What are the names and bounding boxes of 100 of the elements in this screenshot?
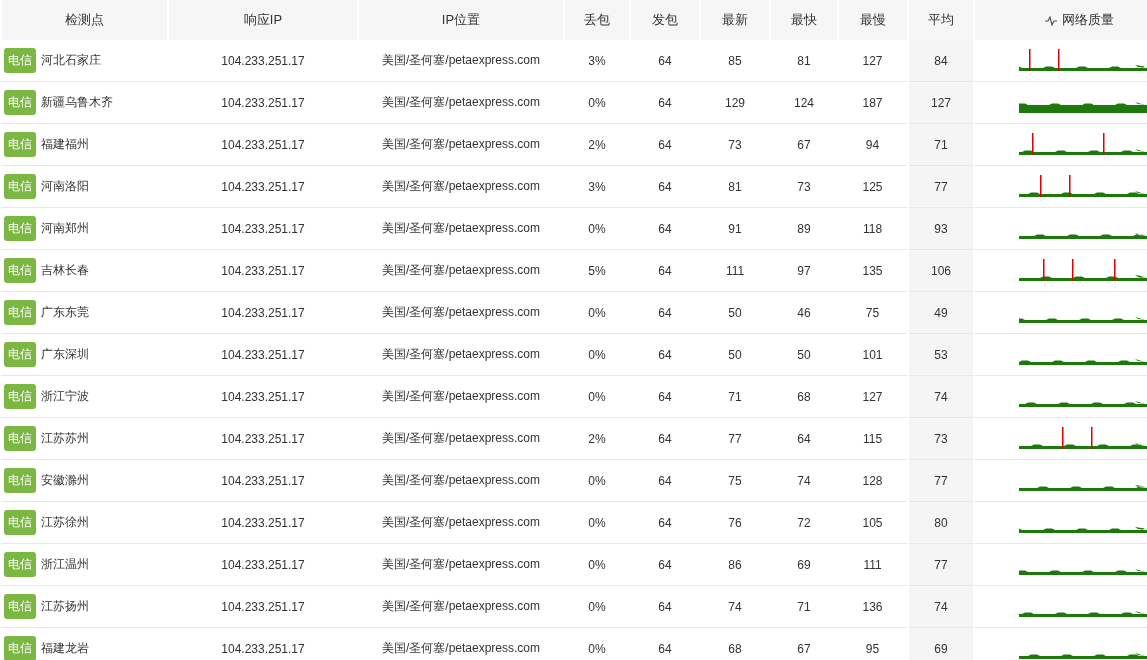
table-cell: 77	[728, 431, 742, 446]
node-name: 广东深圳	[41, 346, 89, 363]
table-cell: 64	[658, 305, 672, 320]
table-cell: 104.233.251.17	[221, 557, 305, 572]
table-cell: 94	[865, 137, 880, 152]
table-cell: 127	[931, 95, 951, 110]
table-cell: 0%	[588, 347, 606, 362]
table-cell: 74	[934, 599, 948, 614]
table-cell: 美国/圣何塞/petaexpress.com	[381, 305, 540, 319]
column-header: 平均	[908, 0, 974, 40]
table-cell: 81	[728, 179, 742, 194]
table-cell: 111	[863, 557, 882, 572]
node-name: 浙江宁波	[41, 388, 89, 405]
isp-badge: 电信	[4, 258, 36, 283]
node-name: 新疆乌鲁木齐	[41, 94, 113, 111]
node-name: 安徽滁州	[41, 472, 89, 489]
table-cell: 104.233.251.17	[221, 305, 305, 320]
table-cell: 50	[728, 347, 742, 362]
isp-badge: 电信	[4, 594, 36, 619]
table-cell: 美国/圣何塞/petaexpress.com	[381, 557, 540, 571]
isp-badge: 电信	[4, 468, 36, 493]
table-cell: 104.233.251.17	[221, 389, 305, 404]
table-cell: 80	[934, 515, 948, 530]
table-cell: 129	[725, 95, 745, 110]
column-header: 丢包	[564, 0, 630, 40]
table-cell: 104.233.251.17	[221, 53, 305, 68]
column-header: 最慢	[838, 0, 908, 40]
node-name: 河南洛阳	[41, 178, 89, 195]
table-cell: 104.233.251.17	[221, 137, 305, 152]
table-cell: 106	[931, 263, 951, 278]
table-cell: 0%	[588, 641, 606, 656]
node-name: 江苏苏州	[41, 430, 89, 447]
table-cell: 91	[728, 221, 742, 236]
table-cell: 5%	[588, 263, 606, 278]
isp-badge: 电信	[4, 174, 36, 199]
table-cell: 73	[934, 431, 948, 446]
table-cell: 89	[797, 221, 811, 236]
table-cell: 71	[728, 389, 742, 404]
table-cell: 美国/圣何塞/petaexpress.com	[381, 263, 540, 277]
table-cell: 0%	[588, 473, 606, 488]
table-cell: 125	[862, 179, 883, 194]
table-cell: 53	[934, 347, 948, 362]
table-cell: 美国/圣何塞/petaexpress.com	[381, 641, 540, 655]
table-cell: 71	[934, 137, 948, 152]
table-cell: 64	[658, 347, 672, 362]
column-header: 发包	[630, 0, 700, 40]
table-cell: 67	[797, 641, 811, 656]
table-cell: 74	[728, 599, 742, 614]
table-cell: 104.233.251.17	[221, 179, 305, 194]
isp-badge: 电信	[4, 636, 36, 660]
table-cell: 64	[658, 95, 672, 110]
table-cell: 71	[797, 599, 811, 614]
table-cell: 104.233.251.17	[221, 221, 305, 236]
table-cell: 64	[658, 473, 672, 488]
isp-badge: 电信	[4, 552, 36, 577]
table-cell: 85	[728, 53, 742, 68]
table-cell: 104.233.251.17	[221, 431, 305, 446]
table-cell: 77	[934, 473, 948, 488]
column-header: 响应IP	[168, 0, 358, 40]
table-cell: 77	[934, 557, 948, 572]
table-cell: 2%	[588, 431, 606, 446]
table-cell: 75	[728, 473, 742, 488]
node-name: 福建福州	[41, 136, 89, 153]
node-name: 浙江温州	[41, 556, 89, 573]
table-cell: 64	[658, 263, 672, 278]
node-name: 江苏徐州	[41, 514, 89, 531]
table-cell: 美国/圣何塞/petaexpress.com	[381, 515, 540, 529]
table-cell: 0%	[588, 515, 606, 530]
isp-badge: 电信	[4, 384, 36, 409]
table-cell: 95	[865, 641, 880, 656]
pulse-icon	[1044, 15, 1057, 26]
table-cell: 64	[658, 431, 672, 446]
table-cell: 73	[728, 137, 742, 152]
table-cell: 0%	[588, 305, 606, 320]
isp-badge: 电信	[4, 90, 36, 115]
isp-badge: 电信	[4, 132, 36, 157]
table-cell: 50	[728, 305, 742, 320]
column-header: 网络质量	[974, 0, 1147, 40]
table-cell: 69	[934, 641, 948, 656]
table-cell: 104.233.251.17	[221, 347, 305, 362]
table-cell: 64	[658, 179, 672, 194]
table-cell: 美国/圣何塞/petaexpress.com	[381, 473, 540, 487]
table-cell: 127	[862, 389, 883, 404]
table-cell: 73	[797, 179, 811, 194]
table-cell: 50	[797, 347, 811, 362]
table-cell: 135	[862, 263, 883, 278]
table-cell: 111	[725, 263, 745, 278]
table-cell: 49	[934, 305, 948, 320]
table-cell: 0%	[588, 389, 606, 404]
table-cell: 104.233.251.17	[221, 599, 305, 614]
column-header: 最快	[770, 0, 838, 40]
table-cell: 74	[934, 389, 948, 404]
isp-badge: 电信	[4, 300, 36, 325]
column-header: IP位置	[358, 0, 564, 40]
table-cell: 86	[728, 557, 742, 572]
table-cell: 67	[797, 137, 811, 152]
table-cell: 93	[934, 221, 948, 236]
table-cell: 77	[934, 179, 948, 194]
table-cell: 2%	[588, 137, 606, 152]
isp-badge: 电信	[4, 510, 36, 535]
